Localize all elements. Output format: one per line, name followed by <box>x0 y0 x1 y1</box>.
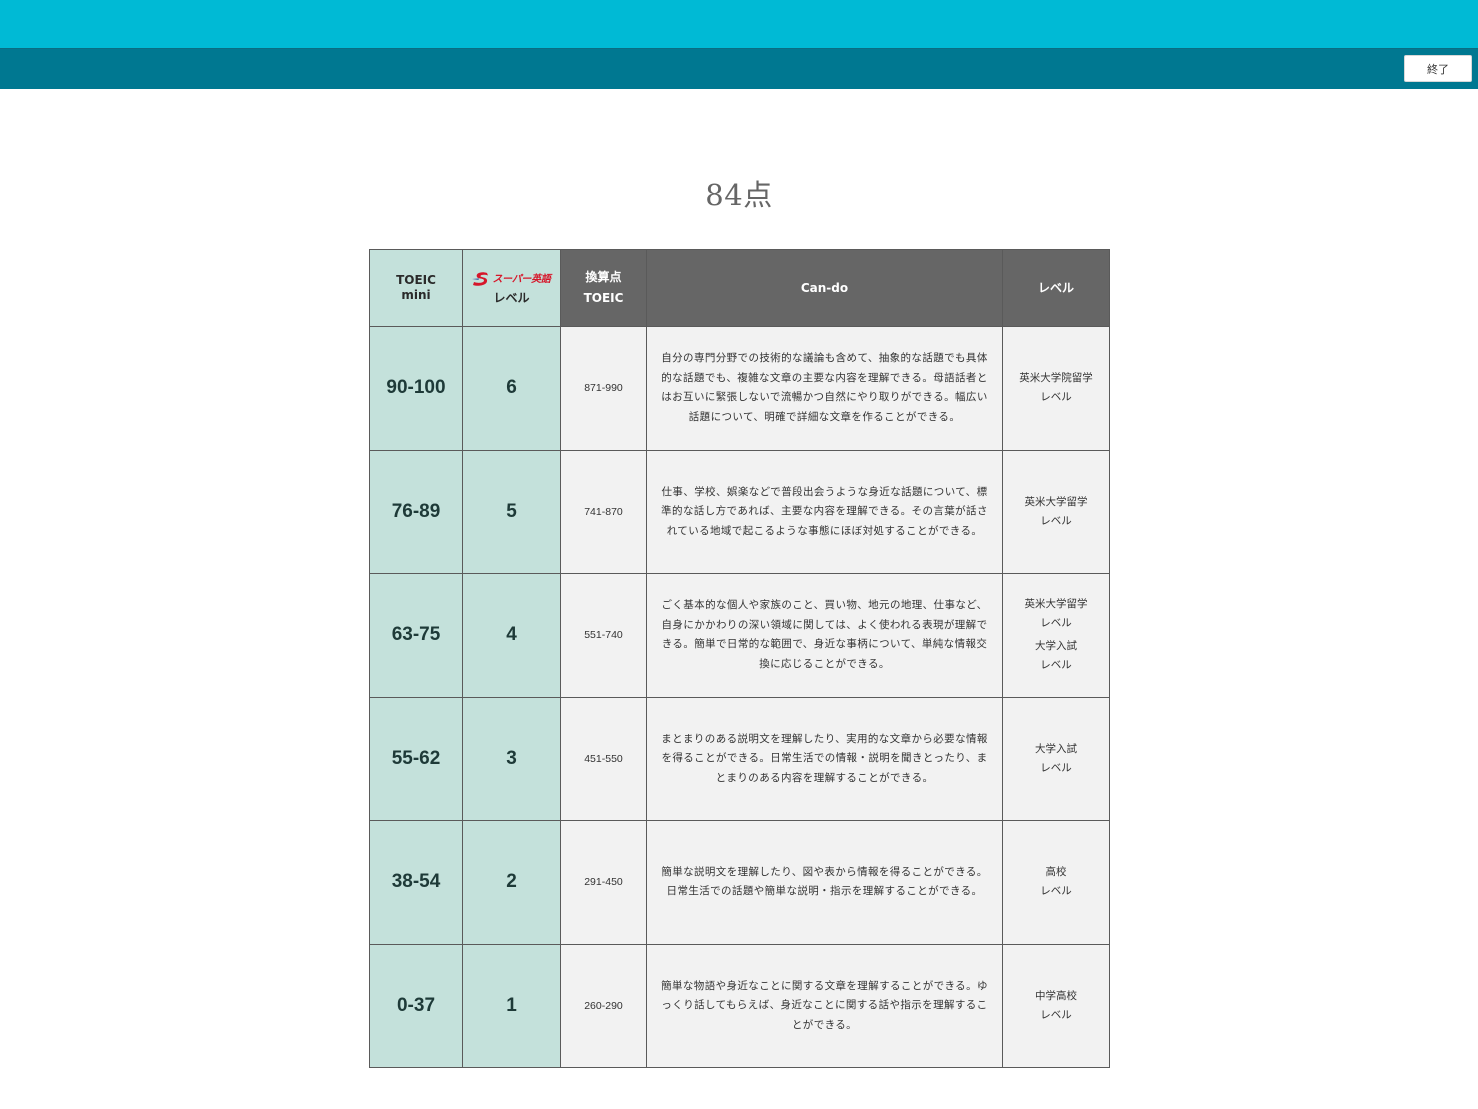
header-converted-line1: 換算点 <box>585 270 622 284</box>
cell-level: 中学高校 レベル <box>1002 943 1110 1068</box>
header-super-level: スーパー英語 レベル <box>462 249 561 327</box>
cell-toeic-mini: 90-100 <box>369 326 463 451</box>
level-table: TOEIC mini スーパー英語 レベル 換算点 TOEIC Can-do レ… <box>369 249 1110 1068</box>
cell-toeic-score: 741-870 <box>560 449 647 574</box>
table-row: 63-75 4 551-740 ごく基本的な個人や家族のこと、買い物、地元の地理… <box>369 573 1110 698</box>
cell-toeic-mini: 38-54 <box>369 820 463 945</box>
cell-toeic-mini: 63-75 <box>369 573 463 698</box>
header-converted-toeic: 換算点 TOEIC <box>560 249 647 327</box>
level-sublabel: レベル <box>1040 391 1072 404</box>
cell-toeic-mini: 55-62 <box>369 696 463 821</box>
level-label-secondary: 大学入試 <box>1035 640 1077 653</box>
header-cando: Can-do <box>646 249 1003 327</box>
cell-super-level: 2 <box>462 820 561 945</box>
header-toeic-mini: TOEIC mini <box>369 249 463 327</box>
cell-cando: 仕事、学校、娯楽などで普段出会うような身近な話題について、標準的な話し方であれば… <box>646 449 1003 574</box>
cell-level: 高校 レベル <box>1002 820 1110 945</box>
table-row: 55-62 3 451-550 まとまりのある説明文を理解したり、実用的な文章か… <box>369 696 1110 821</box>
level-label: 英米大学院留学 <box>1019 372 1093 385</box>
level-sublabel: レベル <box>1040 885 1072 898</box>
table-row: 76-89 5 741-870 仕事、学校、娯楽などで普段出会うような身近な話題… <box>369 449 1110 574</box>
super-eigo-logo-text: スーパー英語 <box>492 273 551 285</box>
cell-super-level: 5 <box>462 449 561 574</box>
cell-toeic-mini: 0-37 <box>369 943 463 1068</box>
cell-cando: まとまりのある説明文を理解したり、実用的な文章から必要な情報を得ることができる。… <box>646 696 1003 821</box>
header-toeic-mini-line1: TOEIC <box>396 273 436 287</box>
cell-super-level: 3 <box>462 696 561 821</box>
header-converted-line2: TOEIC <box>583 291 624 305</box>
table-row: 0-37 1 260-290 簡単な物語や身近なことに関する文章を理解することが… <box>369 943 1110 1068</box>
table-row: 38-54 2 291-450 簡単な説明文を理解したり、図や表から情報を得るこ… <box>369 820 1110 945</box>
cell-cando: ごく基本的な個人や家族のこと、買い物、地元の地理、仕事など、自身にかかわりの深い… <box>646 573 1003 698</box>
toolbar: 終了 <box>0 48 1478 89</box>
score-display: 84点 <box>705 178 773 212</box>
table-row: 90-100 6 871-990 自分の専門分野での技術的な議論も含めて、抽象的… <box>369 326 1110 451</box>
super-eigo-logo: スーパー英語 <box>472 270 551 288</box>
level-sublabel: レベル <box>1040 761 1072 774</box>
cell-super-level: 1 <box>462 943 561 1068</box>
level-label: 大学入試 <box>1035 742 1077 755</box>
super-eigo-s-logo-icon <box>472 272 489 286</box>
level-label: 中学高校 <box>1035 989 1077 1002</box>
header-super-level-label: レベル <box>493 291 530 305</box>
level-label: 英米大学留学 <box>1024 495 1088 508</box>
cell-cando: 簡単な物語や身近なことに関する文章を理解することができる。ゆっくり話してもらえば… <box>646 943 1003 1068</box>
cell-super-level: 6 <box>462 326 561 451</box>
cell-cando: 自分の専門分野での技術的な議論も含めて、抽象的な話題でも具体的な話題でも、複雑な… <box>646 326 1003 451</box>
cell-level: 英米大学留学 レベル <box>1002 449 1110 574</box>
cell-super-level: 4 <box>462 573 561 698</box>
level-sublabel: レベル <box>1040 617 1072 630</box>
header-level: レベル <box>1002 249 1110 327</box>
level-label: 高校 <box>1045 866 1067 879</box>
cell-toeic-score: 291-450 <box>560 820 647 945</box>
level-sublabel: レベル <box>1040 1008 1072 1021</box>
cell-cando: 簡単な説明文を理解したり、図や表から情報を得ることができる。日常生活での話題や簡… <box>646 820 1003 945</box>
level-sublabel: レベル <box>1040 514 1072 527</box>
cell-toeic-score: 551-740 <box>560 573 647 698</box>
cell-toeic-score: 871-990 <box>560 326 647 451</box>
header-toeic-mini-line2: mini <box>401 288 431 302</box>
table-header-row: TOEIC mini スーパー英語 レベル 換算点 TOEIC Can-do レ… <box>369 249 1110 327</box>
quit-button[interactable]: 終了 <box>1404 55 1472 82</box>
cell-level: 英米大学留学 レベル 大学入試 レベル <box>1002 573 1110 698</box>
level-sublabel-secondary: レベル <box>1040 659 1072 672</box>
cell-level: 大学入試 レベル <box>1002 696 1110 821</box>
cell-toeic-score: 451-550 <box>560 696 647 821</box>
top-header-bar <box>0 0 1478 48</box>
cell-toeic-score: 260-290 <box>560 943 647 1068</box>
level-label: 英米大学留学 <box>1024 598 1088 611</box>
cell-toeic-mini: 76-89 <box>369 449 463 574</box>
cell-level: 英米大学院留学 レベル <box>1002 326 1110 451</box>
